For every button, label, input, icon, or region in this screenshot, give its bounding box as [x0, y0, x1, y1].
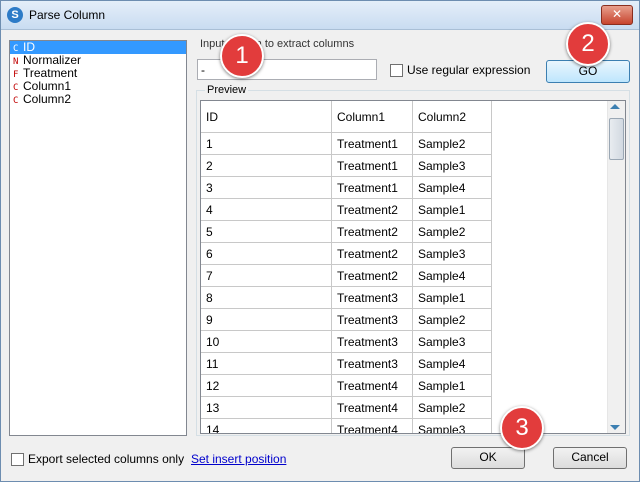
scroll-thumb[interactable]: [609, 118, 624, 160]
table-cell: Sample1: [412, 198, 492, 221]
table-cell: Treatment3: [331, 286, 413, 309]
table-cell: Sample2: [412, 132, 492, 155]
set-insert-position-link[interactable]: Set insert position: [191, 452, 286, 466]
ok-button[interactable]: OK: [451, 447, 525, 469]
scroll-down-icon[interactable]: [610, 425, 620, 430]
table-cell: 8: [201, 286, 332, 309]
table-cell: Treatment1: [331, 154, 413, 177]
table-cell: Treatment3: [331, 352, 413, 375]
table-cell: Treatment1: [331, 176, 413, 199]
table-cell: 7: [201, 264, 332, 287]
callout-badge-3: 3: [500, 406, 544, 450]
column-name: ID: [23, 40, 35, 54]
column-type-icon: C: [13, 96, 19, 106]
table-row[interactable]: 2 Treatment1 Sample3: [201, 154, 492, 177]
preview-grid[interactable]: ID Column1 Column2 1 Treatment1 Sample2 2 Treat…: [200, 100, 626, 434]
table-cell: Sample3: [412, 330, 492, 353]
table-row[interactable]: 5 Treatment2 Sample2: [201, 220, 492, 243]
app-logo-icon: S: [7, 7, 23, 23]
table-row[interactable]: 1 Treatment1 Sample2: [201, 132, 492, 155]
cancel-button[interactable]: Cancel: [553, 447, 627, 469]
export-selected-label: Export selected columns only: [28, 452, 185, 466]
table-cell: Sample4: [412, 264, 492, 287]
scroll-up-icon[interactable]: [610, 104, 620, 109]
table-row[interactable]: 14 Treatment4 Sample3: [201, 418, 492, 433]
table-row[interactable]: 10 Treatment3 Sample3: [201, 330, 492, 353]
table-row[interactable]: 3 Treatment1 Sample4: [201, 176, 492, 199]
table-cell: 3: [201, 176, 332, 199]
window-title: Parse Column: [29, 8, 106, 22]
column-name: Column1: [23, 79, 72, 93]
table-cell: 14: [201, 418, 332, 433]
table-cell: Treatment3: [331, 308, 413, 331]
table-cell: Treatment1: [331, 132, 413, 155]
table-row[interactable]: 9 Treatment3 Sample2: [201, 308, 492, 331]
table-header-cell: Column1: [331, 101, 413, 133]
table-row[interactable]: 7 Treatment2 Sample4: [201, 264, 492, 287]
table-cell: Sample4: [412, 352, 492, 375]
table-cell: Treatment2: [331, 220, 413, 243]
table-row[interactable]: 8 Treatment3 Sample1: [201, 286, 492, 309]
table-cell: 12: [201, 374, 332, 397]
callout-badge-2: 2: [566, 22, 610, 66]
table-cell: 11: [201, 352, 332, 375]
table-row[interactable]: 4 Treatment2 Sample1: [201, 198, 492, 221]
table-cell: Sample3: [412, 154, 492, 177]
column-list[interactable]: C ID N Normalizer F Treatment C Column1 C Column2: [9, 40, 187, 436]
regex-checkbox[interactable]: [390, 64, 403, 77]
table-cell: 10: [201, 330, 332, 353]
table-cell: Treatment3: [331, 330, 413, 353]
table-cell: Treatment2: [331, 242, 413, 265]
table-cell: Treatment2: [331, 264, 413, 287]
column-list-item[interactable]: C Column2: [10, 92, 186, 107]
title-bar: S Parse Column ✕: [1, 1, 639, 30]
table-cell: 6: [201, 242, 332, 265]
preview-label: Preview: [205, 84, 249, 96]
preview-table: ID Column1 Column2 1 Treatment1 Sample2 2 Treat…: [201, 101, 492, 433]
table-row[interactable]: 11 Treatment3 Sample4: [201, 352, 492, 375]
export-selected-checkbox[interactable]: [11, 453, 24, 466]
table-cell: Treatment4: [331, 374, 413, 397]
table-cell: 1: [201, 132, 332, 155]
table-header-cell: ID: [201, 101, 332, 133]
table-cell: Treatment4: [331, 418, 413, 433]
table-cell: 2: [201, 154, 332, 177]
table-cell: Sample3: [412, 418, 492, 433]
table-cell: Sample3: [412, 242, 492, 265]
table-cell: Sample1: [412, 286, 492, 309]
column-name: Column2: [23, 92, 72, 106]
table-header-row: ID Column1 Column2: [201, 101, 492, 133]
table-cell: Sample2: [412, 396, 492, 419]
column-name: Treatment: [23, 66, 78, 80]
close-button[interactable]: ✕: [601, 5, 633, 25]
table-cell: Sample1: [412, 374, 492, 397]
table-row[interactable]: 12 Treatment4 Sample1: [201, 374, 492, 397]
table-header-cell: Column2: [412, 101, 492, 133]
table-cell: 4: [201, 198, 332, 221]
table-cell: Sample2: [412, 308, 492, 331]
table-row[interactable]: 13 Treatment4 Sample2: [201, 396, 492, 419]
table-cell: 13: [201, 396, 332, 419]
callout-badge-1: 1: [220, 34, 264, 78]
table-cell: 5: [201, 220, 332, 243]
vertical-scrollbar[interactable]: [607, 101, 625, 433]
regex-label: Use regular expression: [407, 63, 531, 77]
table-cell: 9: [201, 308, 332, 331]
table-row[interactable]: 6 Treatment2 Sample3: [201, 242, 492, 265]
table-cell: Treatment2: [331, 198, 413, 221]
table-cell: Treatment4: [331, 396, 413, 419]
table-cell: Sample4: [412, 176, 492, 199]
table-cell: Sample2: [412, 220, 492, 243]
column-name: Normalizer: [23, 53, 82, 67]
